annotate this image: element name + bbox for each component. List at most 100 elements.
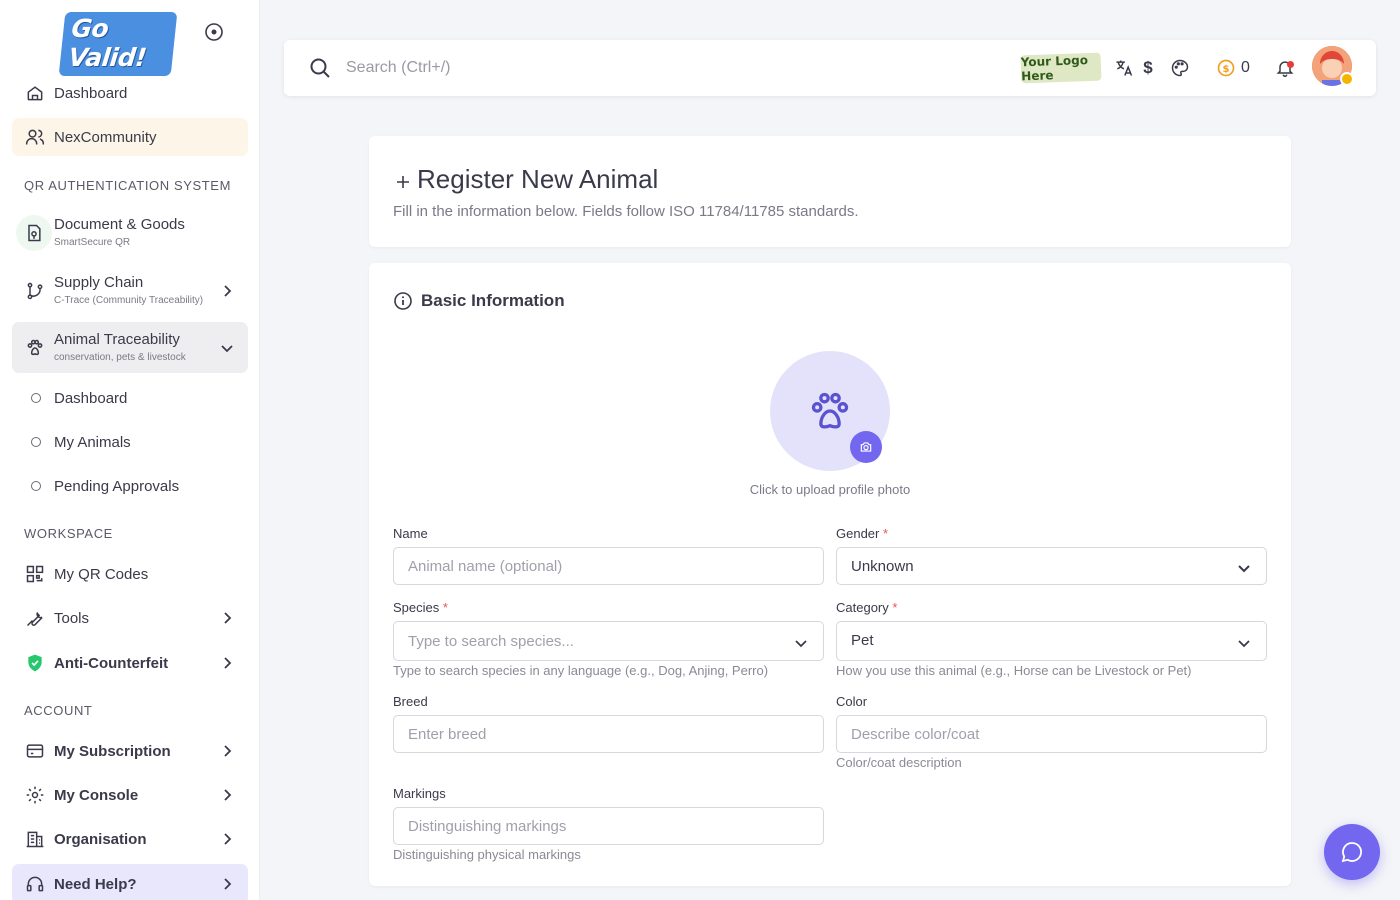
sidebar-item-sublabel: C-Trace (Community Traceability) (54, 295, 204, 306)
sidebar-item-dashboard[interactable]: Dashboard (12, 74, 248, 112)
camera-icon[interactable] (850, 431, 882, 463)
sidebar-item-label: Animal Traceability (54, 331, 180, 348)
section-title: Basic Information (421, 291, 565, 310)
coin-count: 0 (1241, 59, 1250, 76)
sidebar-item-supply-chain[interactable]: Supply Chain C-Trace (Community Traceabi… (12, 266, 248, 316)
paw-icon (811, 392, 849, 429)
markings-field (393, 807, 824, 845)
currency-button[interactable]: $ (1136, 56, 1160, 80)
chevron-right-icon (224, 657, 232, 669)
breed-input[interactable] (394, 716, 823, 752)
color-label: Color (836, 694, 867, 709)
shield-check-icon (24, 652, 46, 674)
gender-label-text: Gender (836, 526, 880, 541)
search-input[interactable] (346, 54, 946, 82)
markings-helper: Distinguishing physical markings (393, 847, 581, 862)
git-branch-icon (24, 280, 46, 302)
name-input[interactable] (394, 548, 823, 584)
sidebar-item-my-subscription[interactable]: My Subscription (12, 732, 248, 770)
sidebar-item-my-qr-codes[interactable]: My QR Codes (12, 555, 248, 593)
chevron-down-icon[interactable] (793, 635, 809, 651)
sidebar-collapse-icon[interactable] (204, 22, 224, 42)
translate-icon[interactable] (1112, 56, 1136, 80)
chevron-right-icon (224, 833, 232, 845)
category-select[interactable]: Pet (836, 621, 1267, 661)
name-label-text: Name (393, 526, 428, 541)
brand-logo-text: Go Valid! (58, 12, 178, 76)
sidebar-item-animal-traceability[interactable]: Animal Traceability conservation, pets &… (12, 322, 248, 373)
required-marker: * (892, 600, 898, 615)
species-input[interactable] (394, 622, 823, 660)
section-title-account: ACCOUNT (24, 703, 93, 718)
color-field (836, 715, 1267, 753)
sidebar-item-label: My Subscription (54, 742, 171, 760)
sidebar-item-label: Anti-Counterfeit (54, 654, 169, 672)
sidebar-item-anti-counterfeit[interactable]: Anti-Counterfeit (12, 644, 248, 682)
category-label: Category * (836, 600, 897, 615)
circle-icon (31, 437, 41, 447)
name-label: Name (393, 526, 428, 541)
species-combobox (393, 621, 824, 661)
sidebar-item-label: Need Help? (54, 875, 137, 893)
brand-logo[interactable]: Go Valid! (58, 12, 178, 76)
sidebar-item-document-goods[interactable]: Document & Goods SmartSecure QR (12, 208, 248, 258)
sidebar-subitem-animal-dashboard[interactable]: Dashboard (12, 380, 248, 416)
coin-icon[interactable]: $ (1214, 56, 1238, 80)
credit-card-icon (24, 740, 46, 762)
sidebar-item-label: Organisation (54, 830, 147, 848)
chevron-right-icon (224, 285, 232, 297)
chevron-right-icon (224, 745, 232, 757)
markings-label-text: Markings (393, 786, 446, 801)
page-header-card: Register New Animal Fill in the informat… (369, 136, 1291, 247)
color-label-text: Color (836, 694, 868, 709)
sidebar-item-need-help[interactable]: Need Help? (12, 864, 248, 900)
page-description: Fill in the information below. Fields fo… (393, 203, 859, 220)
sidebar-item-label: My QR Codes (54, 565, 149, 583)
required-marker: * (442, 600, 448, 615)
category-value: Pet (851, 632, 874, 649)
palette-icon[interactable] (1168, 56, 1192, 80)
your-logo-placeholder[interactable]: Your Logo Here (1020, 52, 1102, 84)
users-icon (24, 126, 46, 148)
section-title-workspace: WORKSPACE (24, 526, 113, 541)
category-helper: How you use this animal (e.g., Horse can… (836, 663, 1192, 678)
building-icon (24, 828, 46, 850)
chevron-right-icon (224, 878, 232, 890)
color-input[interactable] (837, 716, 1266, 752)
bell-icon[interactable] (1273, 56, 1297, 80)
sidebar-item-organisation[interactable]: Organisation (12, 820, 248, 858)
breed-field (393, 715, 824, 753)
gender-select[interactable]: Unknown (836, 547, 1267, 585)
chevron-right-icon (224, 612, 232, 624)
photo-hint: Click to upload profile photo (749, 482, 911, 497)
basic-information-card: Basic Information Click to upload profil… (369, 263, 1291, 886)
sidebar-subitem-my-animals[interactable]: My Animals (12, 424, 248, 460)
markings-input[interactable] (394, 808, 823, 844)
sidebar: Go Valid! Dashboard NexCommunity QR AUTH… (0, 0, 260, 900)
sidebar-subitem-pending-approvals[interactable]: Pending Approvals (12, 468, 248, 504)
name-field (393, 547, 824, 585)
sidebar-subitem-label: Pending Approvals (54, 477, 180, 495)
notification-dot (1287, 61, 1294, 68)
breed-label-text: Breed (393, 694, 428, 709)
info-icon (394, 292, 412, 310)
gender-label: Gender * (836, 526, 888, 541)
sidebar-item-nexcommunity[interactable]: NexCommunity (12, 118, 248, 156)
your-logo-text: Your Logo Here (1020, 53, 1089, 84)
sidebar-item-label: Supply Chain (54, 274, 144, 291)
chat-bubble-icon (1341, 842, 1362, 863)
page-title: Register New Animal (417, 164, 659, 194)
gender-value: Unknown (851, 558, 914, 575)
chevron-down-icon (1238, 640, 1250, 648)
profile-photo-upload[interactable] (770, 351, 890, 471)
markings-label: Markings (393, 786, 446, 801)
sidebar-item-tools[interactable]: Tools (12, 599, 248, 637)
chat-support-button[interactable] (1324, 824, 1380, 880)
species-helper: Type to search species in any language (… (393, 663, 769, 678)
sidebar-item-my-console[interactable]: My Console (12, 776, 248, 814)
qr-code-icon (24, 563, 46, 585)
headset-icon (24, 873, 46, 895)
color-helper: Color/coat description (836, 755, 962, 770)
required-marker: * (883, 526, 889, 541)
search-icon[interactable] (308, 56, 332, 80)
